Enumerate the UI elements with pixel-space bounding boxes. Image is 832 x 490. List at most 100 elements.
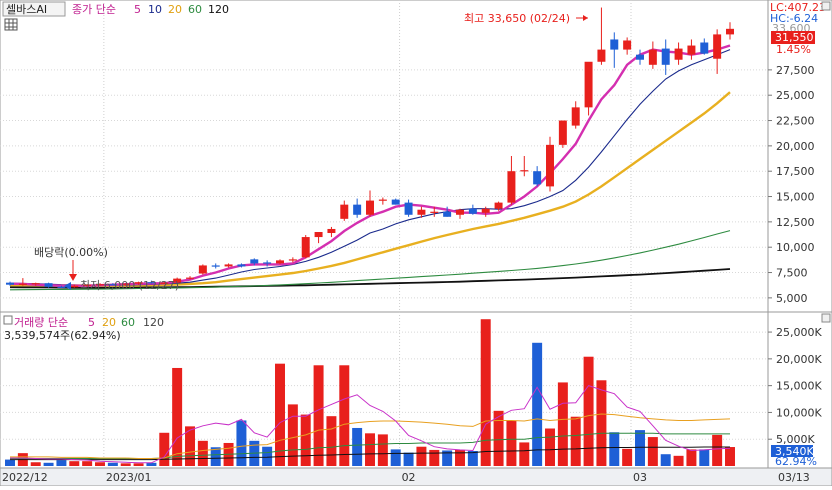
volume-bar-down	[699, 449, 710, 466]
candle-up	[198, 265, 207, 274]
legend-period-20: 20	[168, 3, 182, 16]
candle-up	[366, 200, 374, 215]
volume-bar-up	[159, 432, 170, 466]
volume-legend-label: 거래량 단순	[14, 316, 68, 329]
volume-tick-label: 10,000K	[776, 406, 822, 419]
vol-legend-period-120: 120	[143, 316, 164, 329]
candle-down	[443, 211, 452, 217]
volume-bar-up	[622, 448, 633, 466]
volume-bar-down	[660, 454, 671, 466]
candle-up	[726, 28, 734, 35]
stock-chart[interactable]: 5,000 7,500 10,000 12,500 15,000 17,500 20,000…	[0, 0, 832, 487]
volume-bar-up	[429, 449, 440, 466]
volume-bar-up	[326, 416, 337, 466]
candle-down	[468, 208, 477, 214]
price-tick-label: 27,500	[776, 64, 815, 77]
candle-down	[263, 262, 272, 264]
volume-bar-up	[480, 319, 491, 466]
candle-down	[404, 202, 413, 215]
candle-up	[558, 120, 567, 145]
candle-up	[430, 211, 439, 213]
volume-bar-up	[557, 382, 568, 466]
x-axis-label: 02	[402, 471, 416, 484]
volume-bar-up	[416, 446, 427, 466]
vol-legend-period-5: 5	[88, 316, 95, 329]
candle-up	[481, 208, 490, 213]
candle-up	[31, 283, 40, 285]
volume-bar-down	[43, 462, 54, 466]
volume-bar-down	[467, 451, 478, 466]
high-annotation: 최고 33,650 (02/24)	[464, 12, 570, 25]
stock-title: 셀바스AI	[6, 3, 47, 16]
volume-bar-up	[82, 461, 93, 466]
candle-down	[44, 283, 53, 287]
candle-up	[340, 204, 349, 219]
volume-bar-up	[120, 463, 131, 466]
volume-tick-label: 25,000K	[776, 326, 822, 339]
candle-down	[391, 199, 400, 205]
volume-bar-down	[403, 452, 414, 466]
price-tick-label: 17,500	[776, 165, 815, 178]
price-tick-label: 12,500	[776, 216, 815, 229]
candle-down	[250, 259, 259, 264]
candle-up	[70, 285, 79, 288]
candle-up	[18, 283, 27, 285]
vol-legend-period-60: 60	[121, 316, 135, 329]
candle-down	[353, 204, 362, 215]
volume-bar-up	[647, 437, 658, 466]
candle-up	[224, 264, 233, 267]
volume-bar-up	[686, 449, 697, 466]
volume-bar-up	[712, 434, 723, 466]
legend-period-5: 5	[134, 3, 141, 16]
candle-down	[700, 42, 709, 54]
volume-bar-up	[300, 414, 311, 466]
volume-info: 3,539,574주(62.94%)	[4, 329, 121, 342]
price-tick-label: 22,500	[776, 115, 815, 128]
volume-badge-pct: 62.94%	[775, 455, 817, 468]
volume-tick-label: 15,000K	[776, 380, 822, 393]
candle-down	[610, 39, 619, 50]
candle-up	[494, 202, 503, 209]
price-tick-label: 10,000	[776, 241, 815, 254]
volume-bar-down	[390, 449, 401, 466]
candle-down	[636, 54, 644, 60]
volume-bar-up	[377, 434, 388, 466]
volume-bar-up	[287, 404, 298, 466]
volume-bar-down	[609, 432, 620, 466]
price-badge-pct: 1.45%	[776, 43, 811, 56]
candle-up	[571, 107, 580, 126]
candle-down	[533, 171, 542, 185]
volume-bar-down	[352, 427, 363, 466]
candle-up	[674, 48, 683, 60]
volume-bar-up	[519, 442, 530, 466]
candle-up	[597, 49, 606, 62]
table-icon[interactable]	[4, 18, 18, 31]
low-annotation: 최저 6,000 (12/27)	[80, 279, 179, 292]
volume-bar-up	[30, 462, 41, 466]
candle-up	[417, 209, 426, 215]
candle-up	[623, 40, 632, 50]
volume-scroll-handle[interactable]	[821, 313, 831, 323]
candle-down	[237, 264, 246, 267]
candle-up	[584, 61, 593, 108]
volume-bar-up	[570, 416, 581, 466]
volume-bar-up	[133, 463, 144, 466]
volume-bar-up	[197, 440, 208, 466]
volume-bar-up	[545, 428, 555, 466]
volume-bar-down	[107, 462, 118, 466]
price-tick-label: 25,000	[776, 89, 815, 102]
candle-up	[648, 49, 657, 65]
volume-bar-up	[339, 365, 350, 466]
price-scroll-handle[interactable]	[821, 1, 831, 11]
candle-up	[186, 277, 194, 279]
volume-bar-up	[596, 380, 607, 466]
x-axis-label: 2022/12	[2, 471, 48, 484]
legend-period-60: 60	[188, 3, 202, 16]
candle-up	[456, 209, 464, 215]
candle-up	[687, 45, 696, 55]
volume-bar-up	[95, 462, 105, 466]
volume-toggle[interactable]	[3, 315, 13, 325]
candle-down	[211, 265, 220, 267]
volume-bar-down	[262, 446, 273, 466]
x-axis-label: 03	[633, 471, 647, 484]
